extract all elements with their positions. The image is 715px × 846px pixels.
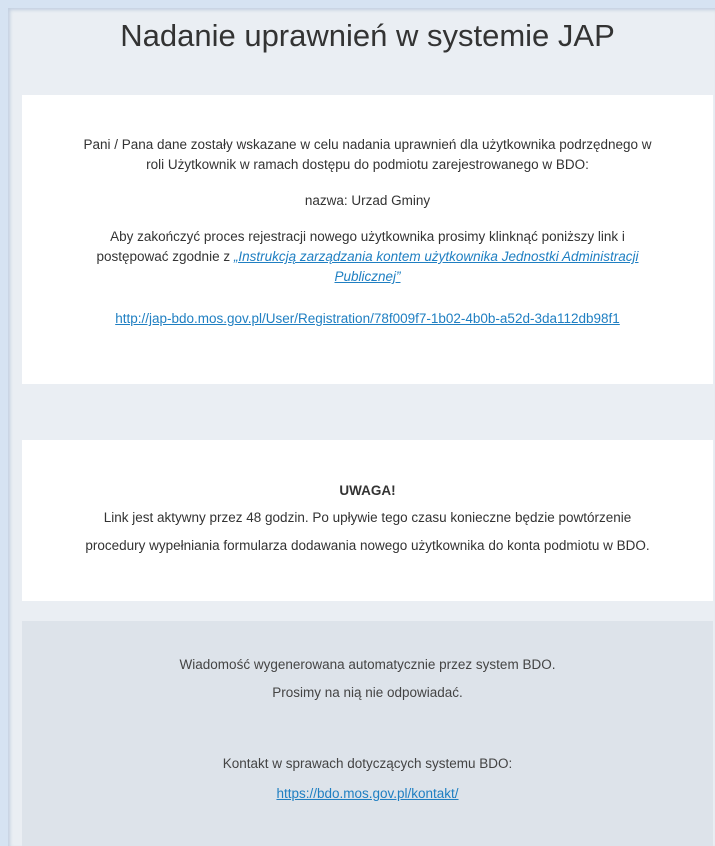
intro-line-2: roli Użytkownik w ramach dostępu do podm…	[146, 157, 589, 172]
contact-label: Kontakt w sprawach dotyczących systemu B…	[222, 756, 513, 771]
instruction-line-3: Publicznej”	[22, 267, 713, 287]
footer-card: Wiadomość wygenerowana automatycznie prz…	[22, 621, 713, 846]
warning-card: UWAGA! Link jest aktywny przez 48 godzin…	[22, 440, 713, 601]
info-card: Pani / Pana dane zostały wskazane w celu…	[22, 95, 713, 384]
instruction-prefix: postępować zgodnie z	[96, 249, 234, 264]
warning-heading: UWAGA!	[339, 483, 396, 498]
auto-message-note: Wiadomość wygenerowana automatycznie prz…	[179, 657, 556, 672]
instruction-line-2: postępować zgodnie z „Instrukcją zarządz…	[22, 247, 713, 267]
no-reply-note: Prosimy na nią nie odpowiadać.	[272, 685, 463, 700]
entity-name: nazwa: Urzad Gminy	[304, 193, 431, 208]
registration-link[interactable]: http://jap-bdo.mos.gov.pl/User/Registrat…	[115, 311, 620, 326]
instruction-line-1: Aby zakończyć proces rejestracji nowego …	[110, 229, 625, 244]
warning-line-2: procedury wypełniania formularza dodawan…	[85, 538, 650, 553]
intro-line-1: Pani / Pana dane zostały wskazane w celu…	[83, 137, 652, 152]
registration-line: http://jap-bdo.mos.gov.pl/User/Registrat…	[22, 309, 713, 329]
contact-link[interactable]: https://bdo.mos.gov.pl/kontakt/	[276, 786, 458, 801]
contact-line: https://bdo.mos.gov.pl/kontakt/	[22, 784, 713, 804]
page-title: Nadanie uprawnień w systemie JAP	[120, 18, 615, 53]
instruction-doc-link[interactable]: „Instrukcją zarządzania kontem użytkowni…	[234, 249, 639, 264]
instruction-doc-link-cont[interactable]: Publicznej”	[334, 269, 400, 284]
warning-line-1: Link jest aktywny przez 48 godzin. Po up…	[103, 510, 632, 525]
